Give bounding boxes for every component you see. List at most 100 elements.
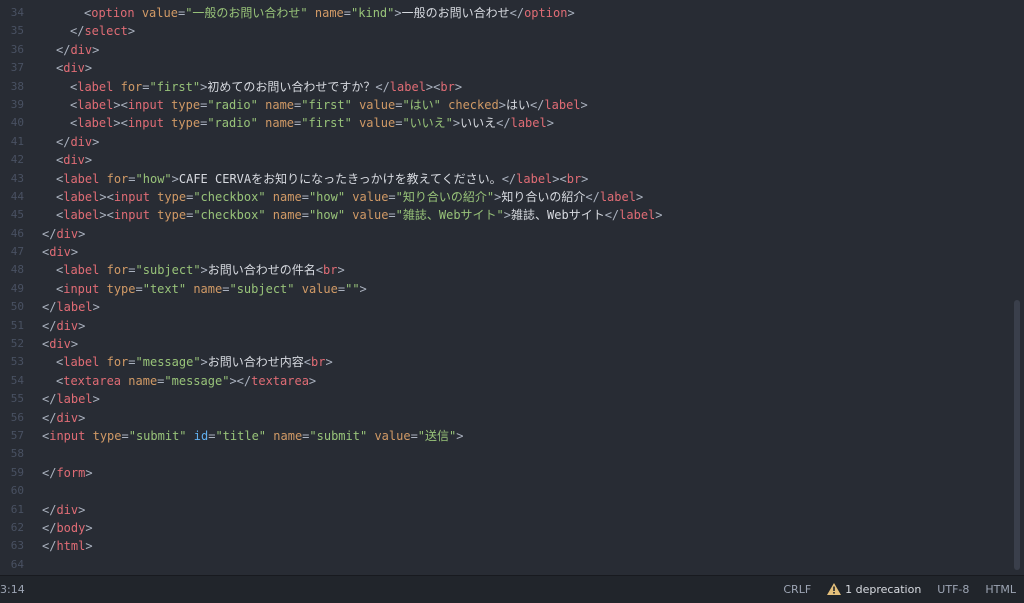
code-token: "first" bbox=[301, 97, 352, 112]
code-token: > bbox=[78, 410, 86, 425]
code-editor[interactable]: 34 <option value="一般のお問い合わせ" name="kind">… bbox=[0, 0, 1024, 575]
code-line[interactable]: 62 </body> bbox=[0, 519, 1012, 537]
cursor-position[interactable]: 3:14 bbox=[0, 583, 25, 596]
code-token: label bbox=[619, 208, 656, 223]
code-token: select bbox=[84, 24, 128, 39]
encoding-selector[interactable]: UTF-8 bbox=[937, 583, 969, 596]
code-line[interactable]: 40 <label><input type="radio" name="first… bbox=[0, 114, 1012, 132]
line-code: <div> bbox=[56, 151, 92, 169]
line-number: 51 bbox=[10, 318, 24, 332]
code-token: > bbox=[92, 300, 100, 315]
code-line[interactable]: 46 </div> bbox=[0, 225, 1012, 243]
code-line[interactable]: 60 bbox=[0, 482, 1012, 500]
line-number: 63 bbox=[10, 539, 24, 553]
code-line[interactable]: 50 </label> bbox=[0, 298, 1012, 316]
code-line[interactable]: 57 <input type="submit" id="title" name="… bbox=[0, 427, 1012, 445]
code-token: </ bbox=[496, 116, 511, 131]
code-line[interactable]: 54 <textarea name="message"></textarea> bbox=[0, 372, 1012, 390]
code-lines[interactable]: 34 <option value="一般のお問い合わせ" name="kind">… bbox=[0, 4, 1012, 574]
code-line[interactable]: 44 <label><input type="checkbox" name="ho… bbox=[0, 188, 1012, 206]
code-line[interactable]: 51 </div> bbox=[0, 317, 1012, 335]
code-token: > bbox=[454, 79, 463, 94]
code-line[interactable]: 38 <label for="first">初めてのお問い合わせですか？</lab… bbox=[0, 78, 1012, 96]
code-token: </ bbox=[509, 6, 525, 20]
line-number: 38 bbox=[10, 79, 24, 93]
code-line[interactable]: 45 <label><input type="checkbox" name="ho… bbox=[0, 206, 1012, 224]
code-line[interactable]: 56 </div> bbox=[0, 409, 1012, 427]
code-token: "kind" bbox=[351, 6, 395, 20]
code-token: value bbox=[359, 97, 396, 112]
code-token: "how" bbox=[308, 208, 346, 223]
line-code: <label for="message">お問い合わせ内容<br> bbox=[56, 353, 333, 371]
code-token: > bbox=[92, 42, 100, 57]
line-number: 45 bbox=[10, 208, 24, 222]
code-line[interactable]: 43 <label for="how">CAFE CERVAをお知りになったきっか… bbox=[0, 170, 1012, 188]
line-number: 42 bbox=[10, 153, 24, 167]
code-line[interactable]: 35 </select> bbox=[0, 22, 1012, 40]
code-token: > bbox=[78, 226, 86, 241]
code-line[interactable]: 55 </label> bbox=[0, 390, 1012, 408]
code-token: html bbox=[56, 539, 86, 554]
code-line[interactable]: 36 </div> bbox=[0, 41, 1012, 59]
code-token: </ bbox=[42, 502, 57, 517]
line-number: 34 bbox=[10, 6, 24, 19]
line-number: 62 bbox=[10, 520, 24, 534]
code-line[interactable]: 61 </div> bbox=[0, 501, 1012, 519]
code-line[interactable]: 58 bbox=[0, 445, 1012, 463]
code-line[interactable]: 37 <div> bbox=[0, 59, 1012, 77]
code-token: > bbox=[456, 428, 464, 443]
line-number: 64 bbox=[10, 557, 24, 571]
code-token: type bbox=[171, 116, 201, 131]
code-token: "how" bbox=[135, 171, 172, 186]
code-line[interactable]: 49 <input type="text" name="subject" valu… bbox=[0, 280, 1012, 298]
code-token: </ bbox=[529, 97, 545, 112]
code-token: label bbox=[389, 79, 426, 94]
code-token: > bbox=[655, 208, 663, 223]
code-token: = bbox=[301, 189, 309, 204]
code-line[interactable]: 63 </html> bbox=[0, 537, 1012, 555]
code-token: > bbox=[546, 116, 554, 131]
code-token: 雑誌、Webサイト bbox=[511, 208, 605, 223]
line-code: <label><input type="radio" name="first" … bbox=[70, 114, 554, 132]
code-token: > bbox=[567, 6, 575, 20]
code-line[interactable]: 64 bbox=[0, 556, 1012, 574]
code-line[interactable]: 42 <div> bbox=[0, 151, 1012, 169]
code-line[interactable]: 52 <div> bbox=[0, 335, 1012, 353]
code-line[interactable]: 48 <label for="subject">お問い合わせの件名<br> bbox=[0, 261, 1012, 279]
code-token: いいえ bbox=[460, 116, 497, 131]
code-token: </ bbox=[375, 79, 390, 94]
code-line[interactable]: 41 </div> bbox=[0, 133, 1012, 151]
deprecation-indicator[interactable]: 1 deprecation bbox=[827, 583, 921, 596]
code-line[interactable]: 53 <label for="message">お問い合わせ内容<br> bbox=[0, 353, 1012, 371]
code-token: ></ bbox=[229, 373, 252, 388]
code-token: name bbox=[273, 428, 303, 443]
code-token: form bbox=[56, 465, 86, 480]
line-number: 50 bbox=[10, 300, 24, 314]
code-token: name bbox=[193, 281, 223, 296]
code-token: "submit" bbox=[128, 428, 187, 443]
line-ending-selector[interactable]: CRLF bbox=[783, 583, 811, 596]
line-code: </body> bbox=[42, 519, 93, 537]
line-code: </label> bbox=[42, 298, 100, 316]
vertical-scrollbar[interactable] bbox=[1014, 300, 1020, 570]
code-token: option bbox=[524, 6, 568, 20]
code-token: value bbox=[301, 281, 338, 296]
code-token: > bbox=[78, 502, 86, 517]
code-token: name bbox=[272, 208, 302, 223]
code-token: "はい" bbox=[402, 97, 441, 112]
code-line[interactable]: 59 </form> bbox=[0, 464, 1012, 482]
code-token: label bbox=[544, 97, 581, 112]
line-number: 40 bbox=[10, 116, 24, 130]
code-line[interactable]: 39 <label><input type="radio" name="first… bbox=[0, 96, 1012, 114]
code-token: </ bbox=[42, 300, 57, 315]
code-token: = bbox=[343, 6, 352, 20]
code-line[interactable]: 47 <div> bbox=[0, 243, 1012, 261]
code-line[interactable]: 34 <option value="一般のお問い合わせ" name="kind">… bbox=[0, 4, 1012, 22]
line-number: 54 bbox=[10, 373, 24, 387]
grammar-selector[interactable]: HTML bbox=[985, 583, 1016, 596]
line-code: <input type="text" name="subject" value=… bbox=[56, 280, 367, 298]
code-token: > bbox=[200, 355, 208, 370]
